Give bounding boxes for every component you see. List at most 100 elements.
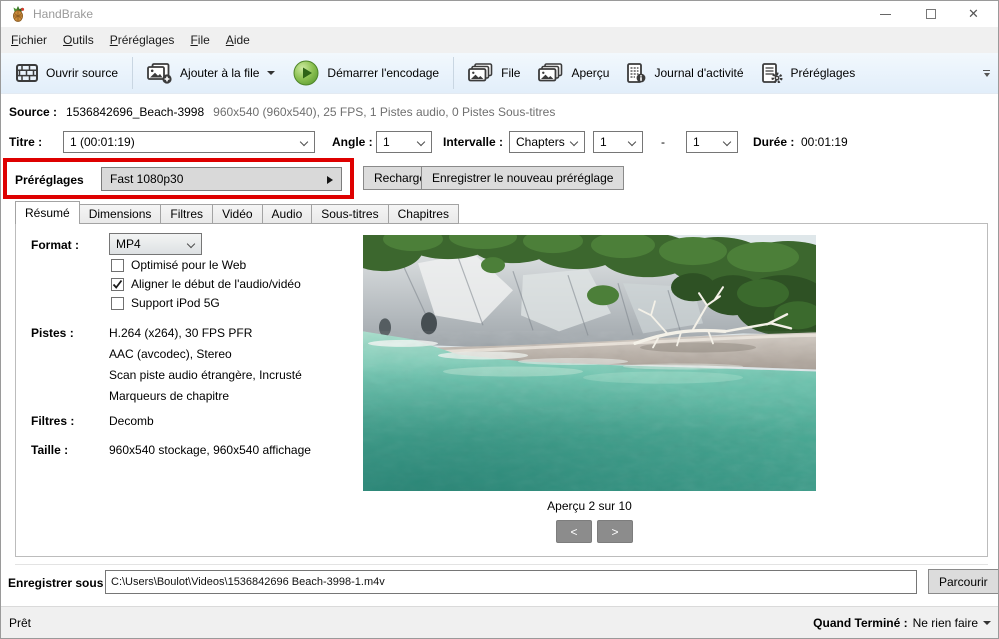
preset-label: Préréglages bbox=[15, 173, 84, 187]
tab-sous-titres[interactable]: Sous-titres bbox=[311, 204, 388, 224]
checkbox-label: Aligner le début de l'audio/vidéo bbox=[131, 277, 301, 291]
tab-filtres[interactable]: Filtres bbox=[160, 204, 213, 224]
range-to-value: 1 bbox=[693, 135, 700, 149]
chevron-down-icon bbox=[417, 138, 425, 146]
presets-label: Préréglages bbox=[791, 66, 856, 80]
log-document-icon bbox=[627, 63, 646, 83]
checkbox-box[interactable] bbox=[111, 297, 124, 310]
chevron-down-icon bbox=[187, 240, 195, 248]
handbrake-window: HandBrake ✕ Fichier Outils Préréglages F… bbox=[0, 0, 999, 639]
angle-select[interactable]: 1 bbox=[376, 131, 432, 153]
close-button[interactable]: ✕ bbox=[951, 1, 996, 27]
when-done-dropdown[interactable]: Quand Terminé : Ne rien faire bbox=[813, 616, 991, 630]
preview-label: Aperçu bbox=[571, 66, 609, 80]
preview-next-button[interactable]: > bbox=[597, 520, 633, 543]
save-path-input[interactable] bbox=[105, 570, 917, 594]
presets-button[interactable]: Préréglages bbox=[753, 55, 865, 91]
toolbar-separator bbox=[132, 57, 133, 89]
source-details: 960x540 (960x540), 25 FPS, 1 Pistes audi… bbox=[213, 105, 555, 119]
title-select[interactable]: 1 (00:01:19) bbox=[63, 131, 315, 153]
clapperboard-icon bbox=[16, 64, 38, 82]
handbrake-logo-icon bbox=[10, 6, 26, 22]
queue-button[interactable]: File bbox=[459, 55, 529, 91]
preview-image bbox=[363, 235, 816, 491]
size-label: Taille : bbox=[31, 443, 68, 457]
checkbox-box[interactable] bbox=[111, 259, 124, 272]
toolbar-overflow-button[interactable] bbox=[983, 70, 990, 77]
toolbar: Ouvrir source Ajouter à la file bbox=[1, 53, 998, 94]
chevron-right-icon bbox=[327, 176, 333, 184]
size-value: 960x540 stockage, 960x540 affichage bbox=[109, 443, 311, 457]
source-label: Source : bbox=[9, 105, 57, 119]
range-to-select[interactable]: 1 bbox=[686, 131, 738, 153]
maximize-button[interactable] bbox=[908, 1, 953, 27]
menu-prereglages[interactable]: Préréglages bbox=[102, 27, 183, 53]
range-from-select[interactable]: 1 bbox=[593, 131, 643, 153]
range-label: Intervalle : bbox=[443, 135, 503, 149]
open-source-button[interactable]: Ouvrir source bbox=[7, 55, 127, 91]
menu-fichier[interactable]: Fichier bbox=[3, 27, 55, 53]
filters-value: Decomb bbox=[109, 414, 154, 428]
title-label: Titre : bbox=[9, 135, 42, 149]
tab-resume[interactable]: Résumé bbox=[15, 201, 80, 224]
start-encode-button[interactable]: Démarrer l'encodage bbox=[284, 55, 448, 91]
add-picture-icon bbox=[147, 63, 172, 84]
toolbar-separator bbox=[453, 57, 454, 89]
preset-dropdown[interactable]: Fast 1080p30 bbox=[101, 167, 342, 191]
format-select[interactable]: MP4 bbox=[109, 233, 202, 255]
checkbox-label: Optimisé pour le Web bbox=[131, 258, 246, 272]
save-as-label: Enregistrer sous : bbox=[8, 576, 111, 590]
preset-dropdown-value: Fast 1080p30 bbox=[110, 172, 183, 186]
menu-file[interactable]: File bbox=[182, 27, 217, 53]
queue-label: File bbox=[501, 66, 520, 80]
play-icon bbox=[293, 60, 319, 86]
tab-dimensions[interactable]: Dimensions bbox=[79, 204, 162, 224]
chevron-down-icon bbox=[723, 138, 731, 146]
preview-prev-button[interactable]: < bbox=[556, 520, 592, 543]
source-row: Source : 1536842696_Beach-3998 960x540 (… bbox=[9, 105, 555, 119]
menu-aide[interactable]: Aide bbox=[218, 27, 258, 53]
menu-outils[interactable]: Outils bbox=[55, 27, 102, 53]
track-line: AAC (avcodec), Stereo bbox=[109, 347, 232, 361]
chevron-down-icon bbox=[570, 138, 578, 146]
tab-video[interactable]: Vidéo bbox=[212, 204, 262, 224]
when-done-label: Quand Terminé : bbox=[813, 616, 907, 630]
track-line: H.264 (x264), 30 FPS PFR bbox=[109, 326, 252, 340]
checkbox-align-av-start[interactable]: Aligner le début de l'audio/vidéo bbox=[111, 276, 301, 292]
checkbox-ipod-5g[interactable]: Support iPod 5G bbox=[111, 295, 220, 311]
activity-log-button[interactable]: Journal d'activité bbox=[618, 55, 752, 91]
when-done-value: Ne rien faire bbox=[913, 616, 978, 630]
save-new-preset-button[interactable]: Enregistrer le nouveau préréglage bbox=[421, 166, 624, 190]
angle-select-value: 1 bbox=[383, 135, 390, 149]
preview-button[interactable]: Aperçu bbox=[529, 55, 618, 91]
minimize-button[interactable] bbox=[863, 1, 908, 27]
browse-button[interactable]: Parcourir bbox=[928, 569, 999, 594]
duration-label: Durée : bbox=[753, 135, 794, 149]
tab-chapitres[interactable]: Chapitres bbox=[388, 204, 459, 224]
chevron-down-icon bbox=[300, 138, 308, 146]
range-type-value: Chapters bbox=[516, 135, 565, 149]
panel-bottom-line bbox=[15, 564, 988, 565]
minimize-icon bbox=[880, 14, 891, 15]
status-bar: Prêt Quand Terminé : Ne rien faire bbox=[1, 606, 998, 639]
title-bar: HandBrake ✕ bbox=[1, 1, 998, 27]
checkbox-label: Support iPod 5G bbox=[131, 296, 220, 310]
range-type-select[interactable]: Chapters bbox=[509, 131, 585, 153]
add-to-queue-button[interactable]: Ajouter à la file bbox=[138, 55, 284, 91]
window-title: HandBrake bbox=[33, 7, 93, 21]
duration-value: 00:01:19 bbox=[801, 135, 848, 149]
range-dash: - bbox=[661, 135, 665, 149]
tab-strip: Résumé Dimensions Filtres Vidéo Audio So… bbox=[15, 201, 458, 224]
status-ready: Prêt bbox=[9, 616, 31, 630]
tab-audio[interactable]: Audio bbox=[262, 204, 313, 224]
checkbox-box[interactable] bbox=[111, 278, 124, 291]
picture-stack-icon bbox=[538, 63, 563, 83]
format-label: Format : bbox=[31, 238, 79, 252]
overflow-icon bbox=[984, 73, 990, 77]
chevron-down-icon bbox=[628, 138, 636, 146]
source-name: 1536842696_Beach-3998 bbox=[66, 105, 204, 119]
checkbox-web-optimized[interactable]: Optimisé pour le Web bbox=[111, 257, 246, 273]
chevron-down-icon bbox=[267, 71, 275, 75]
start-encode-label: Démarrer l'encodage bbox=[327, 66, 439, 80]
filters-label: Filtres : bbox=[31, 414, 74, 428]
